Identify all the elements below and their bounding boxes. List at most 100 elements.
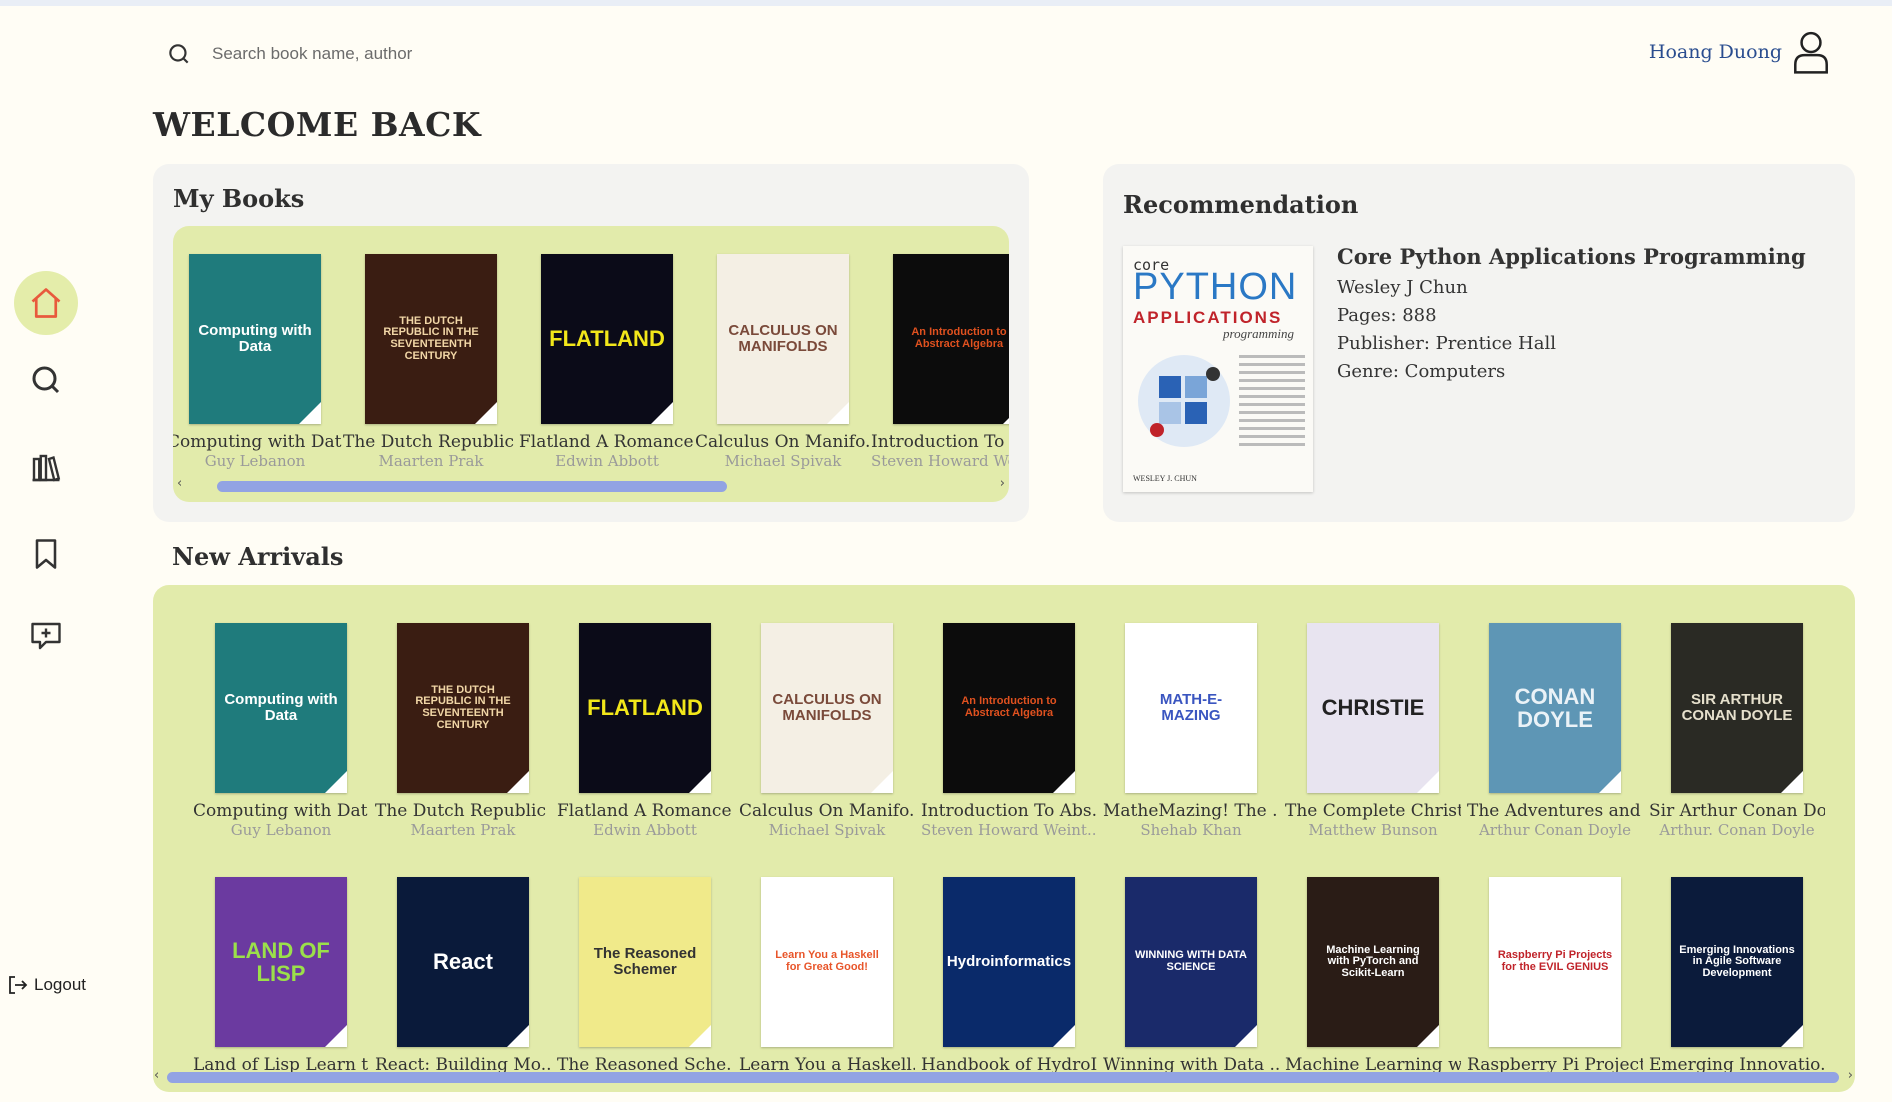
book-cover-text: SIR ARTHUR CONAN DOYLE xyxy=(1681,691,1793,724)
book-card[interactable]: Raspberry Pi Projects for the EVIL GENIU… xyxy=(1467,877,1643,1075)
search-icon[interactable] xyxy=(166,41,192,67)
sidebar-item-bookmarks[interactable] xyxy=(14,522,78,586)
book-cover-text: React xyxy=(433,949,493,975)
book-cover[interactable]: LAND OF LISP xyxy=(215,877,347,1047)
book-cover[interactable]: THE DUTCH REPUBLIC IN THE SEVENTEENTH CE… xyxy=(365,254,497,424)
book-card[interactable]: Computing with Data Computing with Dat...… xyxy=(173,254,343,470)
book-title[interactable]: Introduction To Ab... xyxy=(871,432,1009,452)
book-card[interactable]: SIR ARTHUR CONAN DOYLE Sir Arthur Conan D… xyxy=(1649,623,1825,839)
book-card[interactable]: Emerging Innovations in Agile Software D… xyxy=(1649,877,1825,1075)
book-title[interactable]: Introduction To Abs... xyxy=(921,801,1097,821)
book-cover-text: CONAN DOYLE xyxy=(1514,683,1596,732)
book-cover-text: CHRISTIE xyxy=(1321,695,1425,721)
book-cover[interactable]: FLATLAND xyxy=(579,623,711,793)
message-plus-icon xyxy=(31,622,61,650)
book-author: Michael Spivak xyxy=(724,452,842,470)
logout-button[interactable]: Logout xyxy=(6,973,86,997)
sidebar-item-home[interactable] xyxy=(14,271,78,335)
book-title[interactable]: Flatland A Romance... xyxy=(557,801,733,821)
book-title[interactable]: The Adventures and ... xyxy=(1467,801,1643,821)
book-cover[interactable]: React xyxy=(397,877,529,1047)
page-curl xyxy=(325,1025,347,1047)
book-title[interactable]: Sir Arthur Conan Do... xyxy=(1649,801,1825,821)
book-cover[interactable]: SIR ARTHUR CONAN DOYLE xyxy=(1671,623,1803,793)
sidebar-item-library[interactable] xyxy=(14,436,78,500)
scroll-right-arrow[interactable]: › xyxy=(1000,476,1005,491)
book-title[interactable]: Calculus On Manifo... xyxy=(695,432,871,452)
page-curl xyxy=(507,1025,529,1047)
book-cover[interactable]: CALCULUS ON MANIFOLDS xyxy=(761,623,893,793)
book-title[interactable]: Computing with Dat... xyxy=(193,801,369,821)
book-cover[interactable]: An Introduction to Abstract Algebra xyxy=(893,254,1009,424)
book-card[interactable]: THE DUTCH REPUBLIC IN THE SEVENTEENTH CE… xyxy=(375,623,551,839)
home-icon xyxy=(31,288,61,318)
book-card[interactable]: CHRISTIE The Complete Christ... Matthew Bu… xyxy=(1285,623,1461,839)
book-card[interactable]: LAND OF LISP Land of Lisp Learn t... xyxy=(193,877,369,1075)
book-card[interactable]: An Introduction to Abstract Algebra Intro… xyxy=(921,623,1097,839)
book-cover[interactable]: Computing with Data xyxy=(215,623,347,793)
arrivals-scroll-right-arrow[interactable]: › xyxy=(1848,1068,1853,1083)
user-menu[interactable]: Hoang Duong xyxy=(1649,30,1830,74)
book-card[interactable]: The Reasoned Schemer The Reasoned Sche... xyxy=(557,877,733,1075)
page-curl xyxy=(1235,1025,1257,1047)
book-cover-text: FLATLAND xyxy=(549,326,665,352)
new-arrivals-row-1: Computing with Data Computing with Dat...… xyxy=(193,623,1825,839)
book-card[interactable]: FLATLAND Flatland A Romance... Edwin Abbot… xyxy=(519,254,695,470)
page-title: WELCOME BACK xyxy=(153,105,482,144)
book-cover[interactable]: Machine Learning with PyTorch and Scikit… xyxy=(1307,877,1439,1047)
book-cover-text: FLATLAND xyxy=(587,695,703,721)
scroll-left-arrow[interactable]: ‹ xyxy=(177,476,182,491)
book-title[interactable]: The Dutch Republic ... xyxy=(343,432,519,452)
arrivals-scroll-left-arrow[interactable]: ‹ xyxy=(154,1068,159,1083)
book-cover[interactable]: CALCULUS ON MANIFOLDS xyxy=(717,254,849,424)
book-cover-text: LAND OF LISP xyxy=(232,937,330,986)
sidebar-item-search[interactable] xyxy=(14,348,78,412)
book-card[interactable]: CALCULUS ON MANIFOLDS Calculus On Manifo.… xyxy=(695,254,871,470)
book-cover[interactable]: An Introduction to Abstract Algebra xyxy=(943,623,1075,793)
my-books-scrollbar[interactable] xyxy=(217,481,727,492)
book-card[interactable]: Hydroinformatics Handbook of HydroI... xyxy=(921,877,1097,1075)
new-arrivals-scrollbar[interactable] xyxy=(167,1072,1839,1083)
book-cover[interactable]: WINNING WITH DATA SCIENCE xyxy=(1125,877,1257,1047)
book-cover[interactable]: Raspberry Pi Projects for the EVIL GENIU… xyxy=(1489,877,1621,1047)
book-title[interactable]: The Dutch Republic ... xyxy=(375,801,551,821)
user-avatar-icon[interactable] xyxy=(1792,30,1830,74)
book-cover-text: Machine Learning with PyTorch and Scikit… xyxy=(1326,943,1420,979)
book-cover[interactable]: CHRISTIE xyxy=(1307,623,1439,793)
book-cover[interactable]: Emerging Innovations in Agile Software D… xyxy=(1671,877,1803,1047)
book-card[interactable]: React React: Building Mo... xyxy=(375,877,551,1075)
book-title[interactable]: Flatland A Romance... xyxy=(519,432,695,452)
page-curl xyxy=(507,771,529,793)
book-cover[interactable]: THE DUTCH REPUBLIC IN THE SEVENTEENTH CE… xyxy=(397,623,529,793)
book-card[interactable]: THE DUTCH REPUBLIC IN THE SEVENTEENTH CE… xyxy=(343,254,519,470)
book-cover[interactable]: Learn You a Haskell for Great Good! xyxy=(761,877,893,1047)
book-card[interactable]: MATH-E-MAZING MatheMazing! The ... Shehab … xyxy=(1103,623,1279,839)
book-card[interactable]: An Introduction to Abstract Algebra Intro… xyxy=(871,254,1009,470)
book-cover[interactable]: The Reasoned Schemer xyxy=(579,877,711,1047)
book-cover[interactable]: CONAN DOYLE xyxy=(1489,623,1621,793)
page-curl xyxy=(299,402,321,424)
book-card[interactable]: Learn You a Haskell for Great Good! Learn… xyxy=(739,877,915,1075)
recommended-book-cover[interactable]: core PYTHON APPLICATIONS programming WES… xyxy=(1123,246,1313,492)
book-card[interactable]: WINNING WITH DATA SCIENCE Winning with Da… xyxy=(1103,877,1279,1075)
sidebar-item-feedback[interactable] xyxy=(14,604,78,668)
book-card[interactable]: Machine Learning with PyTorch and Scikit… xyxy=(1285,877,1461,1075)
book-title[interactable]: The Complete Christ... xyxy=(1285,801,1461,821)
book-card[interactable]: CALCULUS ON MANIFOLDS Calculus On Manifo.… xyxy=(739,623,915,839)
book-cover[interactable]: FLATLAND xyxy=(541,254,673,424)
search-bar xyxy=(166,38,866,70)
search-input[interactable] xyxy=(212,44,812,64)
book-card[interactable]: CONAN DOYLE The Adventures and ... Arthur … xyxy=(1467,623,1643,839)
book-title[interactable]: MatheMazing! The ... xyxy=(1103,801,1279,821)
page-curl xyxy=(689,771,711,793)
book-cover[interactable]: Computing with Data xyxy=(189,254,321,424)
page-curl xyxy=(1235,771,1257,793)
book-title[interactable]: Computing with Dat... xyxy=(173,432,343,452)
user-name[interactable]: Hoang Duong xyxy=(1649,41,1782,63)
book-cover[interactable]: MATH-E-MAZING xyxy=(1125,623,1257,793)
book-title[interactable]: Calculus On Manifo... xyxy=(739,801,915,821)
book-cover[interactable]: Hydroinformatics xyxy=(943,877,1075,1047)
book-card[interactable]: FLATLAND Flatland A Romance... Edwin Abbot… xyxy=(557,623,733,839)
book-card[interactable]: Computing with Data Computing with Dat...… xyxy=(193,623,369,839)
recommended-book-title[interactable]: Core Python Applications Programming xyxy=(1337,244,1806,269)
